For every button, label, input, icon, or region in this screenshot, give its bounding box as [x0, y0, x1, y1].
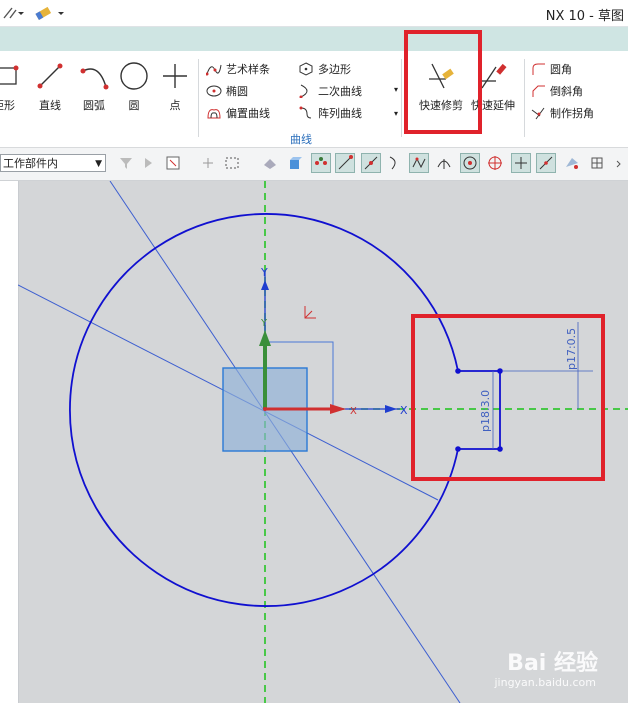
snap-points-icon[interactable] [311, 153, 331, 173]
point-button[interactable]: 点 [153, 59, 197, 113]
chamfer-label: 倒斜角 [550, 85, 583, 98]
point-on-curve-icon[interactable] [511, 153, 531, 173]
origin-point[interactable] [263, 407, 267, 411]
select-all-icon[interactable] [163, 153, 183, 173]
line-button[interactable]: 直线 [28, 59, 72, 113]
arc-label: 圆弧 [83, 99, 105, 112]
y-axis-arrow [261, 280, 269, 290]
intersection-snap-icon[interactable] [434, 153, 454, 173]
fillet-item[interactable]: 圆角 [530, 59, 572, 79]
select-filter-icon[interactable] [140, 153, 160, 173]
filter-icon[interactable] [116, 153, 136, 173]
ellipse-icon [206, 84, 222, 98]
spline-snap-icon[interactable] [409, 153, 429, 173]
part-scope-value: 工作部件内 [3, 157, 58, 170]
y-axis-label: Y [260, 266, 268, 279]
quick-extend-icon [481, 63, 507, 89]
rectangle-select-icon[interactable] [222, 153, 242, 173]
x-axis-label: X [400, 404, 408, 417]
rectangle-button[interactable]: 矩形 [0, 59, 26, 113]
polygon-icon [298, 62, 314, 76]
baidu-watermark-url: jingyan.baidu.com [494, 676, 596, 689]
fillet-icon [530, 62, 546, 76]
toolbar-overflow-icon[interactable] [612, 153, 626, 173]
grid-icon[interactable] [587, 153, 607, 173]
sketch-origin-icon [304, 306, 316, 319]
face-snap-icon[interactable] [562, 153, 582, 173]
ellipse-item[interactable]: 椭圆 [206, 81, 248, 101]
csys-y-label: Y [260, 318, 268, 329]
rectangle-icon [0, 65, 19, 85]
slot-highlight [411, 314, 605, 481]
circle-icon [120, 62, 148, 90]
csys-x-label: X [350, 406, 357, 417]
quick-trim-highlight [404, 30, 482, 134]
chamfer-icon [530, 84, 546, 98]
pattern-curve-label: 阵列曲线 [318, 107, 362, 120]
endpoint-snap-icon[interactable] [335, 153, 355, 173]
curve-group-label: 曲线 [290, 133, 312, 146]
midpoint-snap-icon[interactable] [361, 153, 381, 173]
make-corner-label: 制作拐角 [550, 107, 594, 120]
fillet-label: 圆角 [550, 63, 572, 76]
conic-label: 二次曲线 [318, 85, 362, 98]
spline-icon [206, 62, 222, 76]
separator [401, 59, 402, 137]
point-on-line-icon[interactable] [536, 153, 556, 173]
arc-button[interactable]: 圆弧 [72, 59, 116, 113]
separator [198, 59, 199, 137]
ribbon-panel: 矩形 直线 圆弧 圆 点 艺术样条 椭圆 偏置曲线 多边形 二次曲线 阵列曲线 … [0, 51, 628, 148]
csys-z-arrow [259, 330, 271, 346]
rectangle-label: 矩形 [0, 99, 15, 112]
sketch-tool-icon[interactable] [2, 6, 24, 23]
csys-x-arrow [330, 404, 346, 414]
quadrant-snap-icon[interactable] [485, 153, 505, 173]
chamfer-item[interactable]: 倒斜角 [530, 81, 583, 101]
chevron-down-icon: ▼ [95, 159, 102, 169]
line-icon [37, 63, 63, 89]
title-bar: NX 10 - 草图 [0, 0, 628, 27]
separator [524, 59, 525, 137]
arc-icon [80, 68, 109, 90]
cube-view-icon[interactable] [285, 153, 305, 173]
offset-curve-label: 偏置曲线 [226, 107, 270, 120]
shaded-view-icon[interactable] [260, 153, 280, 173]
ellipse-label: 椭圆 [226, 85, 248, 98]
snap-icon[interactable] [198, 153, 218, 173]
line-label: 直线 [39, 99, 61, 112]
make-corner-item[interactable]: 制作拐角 [530, 103, 594, 123]
gallery-more-icon[interactable]: ▾ [394, 85, 398, 94]
curve-snap-icon[interactable] [385, 153, 405, 173]
offset-curve-item[interactable]: 偏置曲线 [206, 103, 270, 123]
ribbon-tab-strip [0, 27, 628, 51]
studio-spline-item[interactable]: 艺术样条 [206, 59, 270, 79]
polygon-item[interactable]: 多边形 [298, 59, 351, 79]
window-title: NX 10 - 草图 [545, 9, 624, 24]
circle-button[interactable]: 圆 [112, 59, 156, 113]
baidu-watermark: Bai 经验 [507, 651, 598, 676]
center-snap-icon[interactable] [460, 153, 480, 173]
point-label: 点 [169, 99, 181, 112]
studio-spline-label: 艺术样条 [226, 63, 270, 76]
pattern-curve-icon [298, 106, 314, 120]
circle-label: 圆 [128, 99, 140, 112]
conic-icon [298, 84, 314, 98]
eraser-icon[interactable] [34, 6, 68, 23]
navigator-panel[interactable] [0, 181, 19, 703]
gallery-expand-icon[interactable]: ▾ [394, 109, 398, 118]
make-corner-icon [530, 106, 546, 120]
part-scope-dropdown[interactable]: 工作部件内 ▼ [0, 154, 106, 172]
pattern-curve-item[interactable]: 阵列曲线 [298, 103, 362, 123]
offset-curve-icon [206, 106, 222, 120]
polygon-label: 多边形 [318, 63, 351, 76]
x-axis-arrow [385, 405, 397, 413]
conic-item[interactable]: 二次曲线 [298, 81, 362, 101]
point-icon [163, 64, 187, 88]
